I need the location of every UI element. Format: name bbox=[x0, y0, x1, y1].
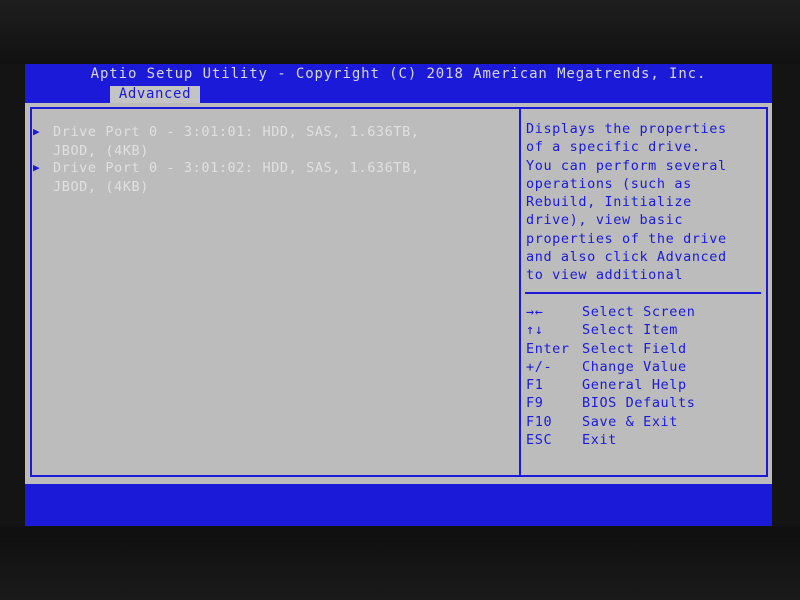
monitor-bezel-bottom bbox=[0, 527, 800, 600]
key-up-down-arrows: ↑↓ bbox=[526, 322, 544, 339]
menu-item-line1: Drive Port 0 - 3:01:01: HDD, SAS, 1.636T… bbox=[53, 124, 420, 140]
key-help-row: F9 BIOS Defaults bbox=[526, 394, 766, 412]
key-esc: ESC bbox=[526, 432, 553, 449]
key-plus-minus: +/- bbox=[526, 358, 553, 375]
status-bar bbox=[25, 484, 772, 526]
menu-item-line1: Drive Port 0 - 3:01:02: HDD, SAS, 1.636T… bbox=[53, 160, 420, 176]
key-desc: Select Item bbox=[582, 322, 679, 339]
bios-screen: Aptio Setup Utility - Copyright (C) 2018… bbox=[25, 64, 772, 526]
menu-item-line2: JBOD, (4KB) bbox=[53, 178, 150, 195]
key-help-list: →← Select Screen ↑↓ Select Item Enter Se… bbox=[526, 303, 766, 449]
key-help-row: Enter Select Field bbox=[526, 340, 766, 358]
title-text: Aptio Setup Utility - Copyright (C) 2018… bbox=[90, 66, 707, 82]
key-help-row: ↑↓ Select Item bbox=[526, 321, 766, 339]
key-f9: F9 bbox=[526, 395, 544, 412]
help-description: Displays the properties of a specific dr… bbox=[526, 121, 727, 284]
key-desc: BIOS Defaults bbox=[582, 395, 696, 412]
monitor-bezel-top bbox=[0, 0, 800, 64]
key-left-right-arrows: →← bbox=[526, 304, 544, 320]
key-help-row: +/- Change Value bbox=[526, 358, 766, 376]
key-help-row: F1 General Help bbox=[526, 376, 766, 394]
key-desc: General Help bbox=[582, 377, 687, 394]
key-help-row: F10 Save & Exit bbox=[526, 413, 766, 431]
triangle-right-icon: ▶ bbox=[33, 125, 41, 138]
triangle-right-icon: ▶ bbox=[33, 161, 41, 174]
key-help-row: →← Select Screen bbox=[526, 303, 766, 321]
key-help-row: ESC Exit bbox=[526, 431, 766, 449]
title-bar: Aptio Setup Utility - Copyright (C) 2018… bbox=[25, 64, 772, 103]
tab-advanced[interactable]: Advanced bbox=[110, 86, 200, 103]
help-divider bbox=[525, 292, 761, 294]
key-desc: Select Screen bbox=[582, 304, 696, 320]
panel-divider bbox=[519, 109, 521, 475]
key-desc: Select Field bbox=[582, 340, 687, 357]
menu-item-drive-port-0-3-01-02[interactable]: ▶ Drive Port 0 - 3:01:02: HDD, SAS, 1.63… bbox=[33, 159, 513, 196]
key-f1: F1 bbox=[526, 377, 544, 394]
menu-item-line2: JBOD, (4KB) bbox=[53, 142, 150, 159]
key-desc: Save & Exit bbox=[582, 413, 679, 430]
key-f10: F10 bbox=[526, 413, 553, 430]
key-desc: Change Value bbox=[582, 358, 687, 375]
menu-item-drive-port-0-3-01-01[interactable]: ▶ Drive Port 0 - 3:01:01: HDD, SAS, 1.63… bbox=[33, 123, 513, 160]
key-desc: Exit bbox=[582, 432, 617, 449]
key-enter: Enter bbox=[526, 340, 570, 357]
